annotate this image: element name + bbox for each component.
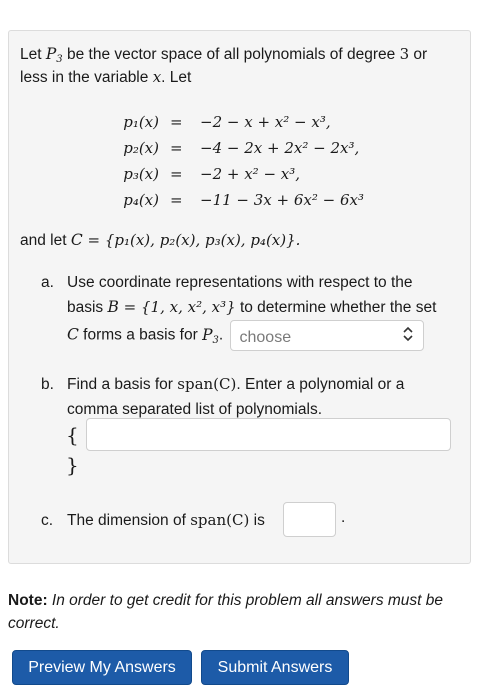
part-c: c. The dimension of span(C) is <box>41 508 461 548</box>
degree-value: 3 <box>399 45 410 63</box>
set-symbol: C <box>67 325 79 344</box>
open-brace: { <box>66 423 79 447</box>
part-c-body: The dimension of span(C) is <box>67 508 465 533</box>
part-c-text: The dimension of <box>67 512 191 529</box>
equation-rhs: −2 + x² − x³, <box>200 165 301 183</box>
equals-sign: = <box>170 113 183 131</box>
equation-lhs: p₃(x) <box>123 165 159 183</box>
span-expression: span(C) <box>177 375 237 393</box>
part-letter: c. <box>41 512 54 529</box>
equals-sign: = <box>170 191 183 209</box>
part-b-line1-post: . Enter a polynomial or a <box>236 376 405 393</box>
problem-panel: Let P3 be the vector space of all polyno… <box>8 30 471 564</box>
variable-symbol: x <box>152 68 162 86</box>
credit-note: Note: In order to get credit for this pr… <box>8 589 473 635</box>
part-c-text-post: is <box>249 512 265 529</box>
dimension-input[interactable] <box>283 502 336 537</box>
part-a-body: Use coordinate representations with resp… <box>67 270 465 351</box>
set-definition: and let C = {p₁(x), p₂(x), p₃(x), p₄(x)}… <box>20 231 300 250</box>
part-a-line3-mid: forms a basis for <box>78 326 203 344</box>
intro-line2: less in the variable <box>20 69 153 86</box>
equation-row: p₂(x) = −4 − 2x + 2x² − 2x³, <box>104 137 424 163</box>
basis-members: = {1, x, x², x³} <box>118 298 236 316</box>
period: . <box>218 326 224 344</box>
intro-text: Let <box>20 46 46 63</box>
span-expression: span(C) <box>190 511 250 529</box>
equation-rhs: −2 − x + x² − x³, <box>200 113 331 131</box>
equation-lhs: p₄(x) <box>123 191 159 209</box>
part-letter: a. <box>41 274 54 291</box>
set-members: = {p₁(x), p₂(x), p₃(x), p₄(x)}. <box>82 231 301 249</box>
up-down-chevron-icon <box>402 326 413 343</box>
equation-lhs: p₂(x) <box>123 139 159 157</box>
part-a-line1: Use coordinate representations with resp… <box>67 274 413 291</box>
equals-sign: = <box>170 165 183 183</box>
submit-answers-button[interactable]: Submit Answers <box>201 650 349 685</box>
close-brace: } <box>66 453 79 477</box>
space-symbol: P3 <box>202 325 219 346</box>
equation-rhs: −11 − 3x + 6x² − 6x³ <box>200 191 365 209</box>
intro-line2-end: . Let <box>161 69 192 86</box>
equation-row: p₁(x) = −2 − x + x² − x³, <box>104 111 424 137</box>
basis-answer-select[interactable]: choose <box>229 320 424 351</box>
polynomial-definitions: p₁(x) = −2 − x + x² − x³, p₂(x) = −4 − 2… <box>104 111 424 215</box>
equation-row: p₄(x) = −11 − 3x + 6x² − 6x³ <box>104 189 424 215</box>
problem-intro: Let P3 be the vector space of all polyno… <box>20 43 460 89</box>
preview-answers-button[interactable]: Preview My Answers <box>12 650 192 685</box>
period: . <box>341 509 346 526</box>
equation-row: p₃(x) = −2 + x² − x³, <box>104 163 424 189</box>
basis-input[interactable] <box>86 418 451 451</box>
part-letter: b. <box>41 376 54 393</box>
equals-sign: = <box>170 139 183 157</box>
intro-text-2: be the vector space of all polynomials o… <box>62 46 400 63</box>
part-a-line2-post: to determine whether the set <box>235 299 437 316</box>
intro-or: or <box>409 46 428 63</box>
equation-lhs: p₁(x) <box>123 113 159 131</box>
equation-rhs: −4 − 2x + 2x² − 2x³, <box>200 139 360 157</box>
space-symbol: P3 <box>45 45 63 65</box>
part-a: a. Use coordinate representations with r… <box>41 270 461 351</box>
basis-symbol: B <box>107 298 119 316</box>
note-text: In order to get credit for this problem … <box>8 592 444 632</box>
part-b-body: Find a basis for span(C). Enter a polyno… <box>67 372 465 422</box>
select-value: choose <box>239 329 292 346</box>
part-b-line2: comma separated list of polynomials. <box>67 401 323 418</box>
set-symbol: C <box>70 231 83 249</box>
part-b-line1-pre: Find a basis for <box>67 376 178 393</box>
andlet-text: and let <box>20 232 71 249</box>
note-label: Note: <box>8 592 48 609</box>
part-a-line2-pre: basis <box>67 299 108 316</box>
